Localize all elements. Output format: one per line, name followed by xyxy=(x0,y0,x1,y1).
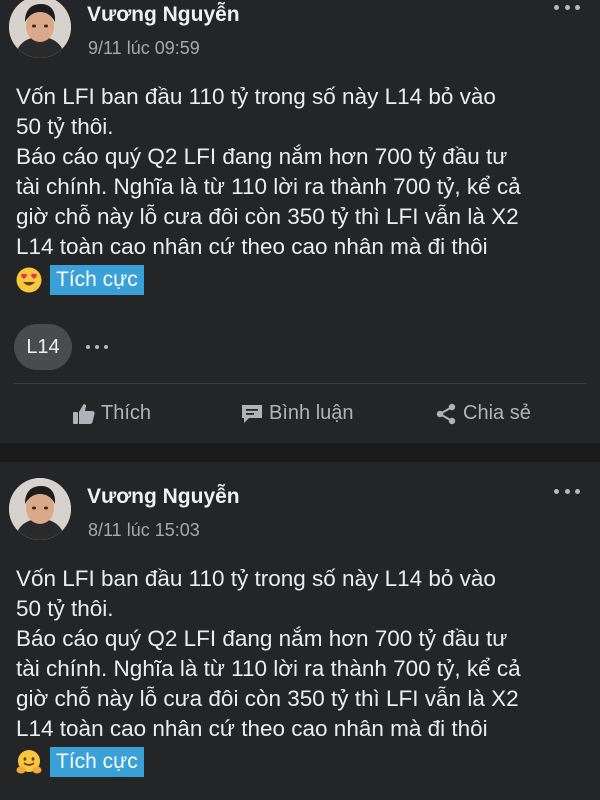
dot-icon xyxy=(104,345,108,349)
like-button[interactable]: Thích xyxy=(72,384,151,443)
sentiment-tag[interactable]: Tích cực xyxy=(50,265,144,295)
post-tag-row: Tích cực xyxy=(16,746,590,778)
sentiment-tag[interactable]: Tích cực xyxy=(50,747,144,777)
avatar-photo xyxy=(9,478,71,540)
post-author[interactable]: Vương Nguyễn xyxy=(87,3,240,27)
post-text-line: L14 toàn cao nhân cứ theo cao nhân mà đi… xyxy=(16,234,488,259)
post-body: Vốn LFI ban đầu 110 tỷ trong số này L14 … xyxy=(16,564,590,778)
post-action-bar: Thích Bình luận Chia sẻ xyxy=(0,384,600,443)
heart-eyes-emoji-icon xyxy=(16,267,42,293)
dot-icon xyxy=(564,488,570,494)
post-text-line: Báo cáo quý Q2 LFI đang nắm hơn 700 tỷ đ… xyxy=(16,626,508,651)
dot-icon xyxy=(86,345,90,349)
dot-icon xyxy=(564,4,570,10)
comment-icon xyxy=(242,404,262,423)
post-body: Vốn LFI ban đầu 110 tỷ trong số này L14 … xyxy=(16,82,590,296)
post-text-line: 50 tỷ thôi. xyxy=(16,596,114,621)
news-feed: Vương Nguyễn 9/11 lúc 09:59 Vốn LFI ban … xyxy=(0,0,600,800)
share-label: Chia sẻ xyxy=(463,402,531,424)
dot-icon xyxy=(95,345,99,349)
post-text-line: Vốn LFI ban đầu 110 tỷ trong số này L14 … xyxy=(16,566,496,591)
post-text-line: giờ chỗ này lỗ cưa đôi còn 350 tỷ thì LF… xyxy=(16,686,519,711)
avatar[interactable] xyxy=(9,478,71,540)
post-options-button[interactable] xyxy=(554,486,580,496)
post-options-button[interactable] xyxy=(554,2,580,12)
reaction-bubble[interactable]: L14 xyxy=(14,324,72,370)
post-text-line: Vốn LFI ban đầu 110 tỷ trong số này L14 … xyxy=(16,84,496,109)
post-author[interactable]: Vương Nguyễn xyxy=(87,485,240,509)
post-card: Vương Nguyễn 8/11 lúc 15:03 Vốn LFI ban … xyxy=(0,462,600,800)
hugging-emoji-icon xyxy=(16,750,42,774)
post-text-line: tài chính. Nghĩa là từ 110 lời ra thành … xyxy=(16,656,521,681)
reaction-more-button[interactable] xyxy=(86,343,108,351)
comment-label: Bình luận xyxy=(269,402,354,424)
avatar[interactable] xyxy=(9,0,71,58)
post-timestamp[interactable]: 8/11 lúc 15:03 xyxy=(88,520,200,541)
post-text-line: tài chính. Nghĩa là từ 110 lời ra thành … xyxy=(16,174,521,199)
post-text-line: Báo cáo quý Q2 LFI đang nắm hơn 700 tỷ đ… xyxy=(16,144,508,169)
dot-icon xyxy=(554,488,559,494)
post-timestamp[interactable]: 9/11 lúc 09:59 xyxy=(88,38,200,59)
post-text-line: 50 tỷ thôi. xyxy=(16,114,114,139)
thumbs-up-icon xyxy=(73,403,95,424)
post-card: Vương Nguyễn 9/11 lúc 09:59 Vốn LFI ban … xyxy=(0,0,600,443)
comment-button[interactable]: Bình luận xyxy=(240,384,354,443)
share-icon xyxy=(436,403,456,424)
dot-icon xyxy=(554,4,559,10)
avatar-photo xyxy=(9,0,71,58)
dot-icon xyxy=(575,4,580,10)
dot-icon xyxy=(575,488,580,494)
post-tag-row: Tích cực xyxy=(16,264,590,296)
post-text-line: giờ chỗ này lỗ cưa đôi còn 350 tỷ thì LF… xyxy=(16,204,519,229)
share-button[interactable]: Chia sẻ xyxy=(434,384,531,443)
like-label: Thích xyxy=(101,402,152,424)
post-text-line: L14 toàn cao nhân cứ theo cao nhân mà đi… xyxy=(16,716,488,741)
